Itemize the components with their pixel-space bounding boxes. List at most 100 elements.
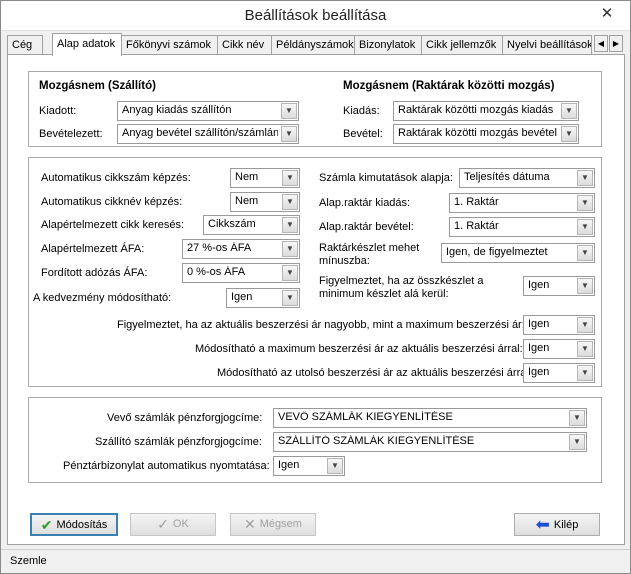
- tab-documents[interactable]: Bizonylatok: [354, 35, 422, 55]
- invoice-report-basis-select[interactable]: Teljesítés dátuma ▼: [459, 168, 595, 188]
- tab-copies[interactable]: Példányszámok: [271, 35, 355, 55]
- supplier-issue-value: Anyag kiadás szállítón: [122, 104, 232, 116]
- warehouse-movement-heading: Mozgásnem (Raktárak közötti mozgás): [343, 80, 555, 92]
- stock-negative-label-line1: Raktárkészlet mehet: [319, 242, 420, 254]
- supplier-receipt-label: Bevételezett:: [39, 128, 103, 140]
- price-above-max-select[interactable]: Igen ▼: [523, 315, 595, 335]
- auto-print-value: Igen: [278, 459, 300, 471]
- chevron-down-icon[interactable]: ▼: [281, 126, 297, 142]
- chevron-down-icon[interactable]: ▼: [577, 219, 593, 235]
- tab-company[interactable]: Cég: [7, 35, 43, 55]
- chevron-down-icon[interactable]: ▼: [569, 434, 585, 450]
- ok-button-label: OK: [172, 518, 189, 530]
- default-vat-select[interactable]: 27 %-os ÁFA ▼: [182, 239, 300, 259]
- default-issue-warehouse-select[interactable]: 1. Raktár ▼: [449, 193, 595, 213]
- max-price-editable-label: Módosítható a maximum beszerzési ár az a…: [195, 343, 523, 355]
- supplier-title-select[interactable]: SZÁLLÍTÓ SZÁMLÁK KIEGYENLÍTÉSE ▼: [273, 432, 587, 452]
- price-above-max-value: Igen: [528, 318, 550, 330]
- chevron-down-icon[interactable]: ▼: [569, 410, 585, 426]
- warehouse-receipt-label: Bevétel:: [343, 128, 383, 140]
- window-title: Beállítások beállítása: [244, 7, 387, 24]
- chevron-down-icon[interactable]: ▼: [577, 195, 593, 211]
- chevron-down-icon[interactable]: ▼: [577, 341, 593, 357]
- tab-scroll-right-icon[interactable]: ▶: [609, 35, 623, 52]
- chevron-down-icon[interactable]: ▼: [577, 365, 593, 381]
- default-item-search-select[interactable]: Cikkszám ▼: [203, 215, 300, 235]
- chevron-down-icon[interactable]: ▼: [327, 458, 343, 474]
- price-above-max-label: Figyelmeztet, ha az aktuális beszerzési …: [117, 319, 525, 331]
- button-bar: ✔ Módosítás ✓ OK ✕ Mégsem ⬅ Kilép: [1, 503, 630, 543]
- last-price-editable-select[interactable]: Igen ▼: [523, 363, 595, 383]
- default-receipt-warehouse-select[interactable]: 1. Raktár ▼: [449, 217, 595, 237]
- cancel-button[interactable]: ✕ Mégsem: [230, 513, 316, 536]
- chevron-down-icon[interactable]: ▼: [577, 278, 593, 294]
- supplier-receipt-select[interactable]: Anyag bevétel szállítón/számlán ▼: [117, 124, 299, 144]
- chevron-down-icon[interactable]: ▼: [577, 245, 593, 261]
- chevron-down-icon[interactable]: ▼: [282, 290, 298, 306]
- auto-item-number-select[interactable]: Nem ▼: [230, 168, 300, 188]
- default-item-search-value: Cikkszám: [208, 218, 256, 230]
- tab-scroll-left-icon[interactable]: ◀: [594, 35, 608, 52]
- close-button[interactable]: ✕: [592, 3, 622, 25]
- invoice-report-basis-value: Teljesítés dátuma: [464, 171, 550, 183]
- supplier-issue-label: Kiadott:: [39, 105, 77, 117]
- modify-button-label: Módosítás: [56, 519, 108, 531]
- supplier-movement-heading: Mozgásnem (Szállító): [39, 80, 156, 92]
- warehouse-issue-select[interactable]: Raktárak közötti mozgás kiadás ▼: [393, 101, 579, 121]
- supplier-title-value: SZÁLLÍTÓ SZÁMLÁK KIEGYENLÍTÉSE: [278, 435, 475, 447]
- max-price-editable-select[interactable]: Igen ▼: [523, 339, 595, 359]
- auto-item-name-value: Nem: [235, 195, 259, 207]
- warehouse-issue-label: Kiadás:: [343, 105, 380, 117]
- cancel-button-label: Mégsem: [259, 518, 302, 530]
- tab-item-properties[interactable]: Cikk jellemzők: [421, 35, 503, 55]
- arrow-left-icon: ⬅: [535, 515, 550, 534]
- auto-print-select[interactable]: Igen ▼: [273, 456, 345, 476]
- exit-button[interactable]: ⬅ Kilép: [514, 513, 600, 536]
- customer-title-label: Vevő számlák pénzforgjogcíme:: [107, 412, 263, 424]
- default-item-search-label: Alapértelmezett cikk keresés:: [41, 219, 185, 231]
- auto-item-name-label: Automatikus cikknév képzés:: [41, 196, 183, 208]
- check-icon: ✓: [157, 516, 169, 532]
- chevron-down-icon[interactable]: ▼: [561, 126, 577, 142]
- invoice-report-basis-label: Számla kimutatások alapja:: [319, 172, 453, 184]
- basic-data-page: Mozgásnem (Szállító) Kiadott: Anyag kiad…: [7, 54, 625, 545]
- chevron-down-icon[interactable]: ▼: [281, 103, 297, 119]
- chevron-down-icon[interactable]: ▼: [282, 265, 298, 281]
- chevron-down-icon[interactable]: ▼: [282, 170, 298, 186]
- tab-ledger-numbers[interactable]: Főkönyvi számok: [121, 35, 218, 55]
- stock-negative-select[interactable]: Igen, de figyelmeztet ▼: [441, 243, 595, 263]
- status-text: Szemle: [10, 555, 47, 567]
- auto-item-name-select[interactable]: Nem ▼: [230, 192, 300, 212]
- min-stock-warning-select[interactable]: Igen ▼: [523, 276, 595, 296]
- tab-basic-data[interactable]: Alap adatok: [52, 33, 122, 56]
- reverse-vat-select[interactable]: 0 %-os ÁFA ▼: [182, 263, 300, 283]
- default-vat-label: Alapértelmezett ÁFA:: [41, 243, 145, 255]
- default-receipt-warehouse-value: 1. Raktár: [454, 220, 499, 232]
- chevron-down-icon[interactable]: ▼: [561, 103, 577, 119]
- x-icon: ✕: [244, 516, 256, 532]
- tab-language-settings[interactable]: Nyelvi beállítások: [502, 35, 592, 55]
- settings-window: Beállítások beállítása ✕ Cég Alap adatok…: [0, 0, 631, 574]
- chevron-down-icon[interactable]: ▼: [282, 241, 298, 257]
- warehouse-issue-value: Raktárak közötti mozgás kiadás: [398, 104, 554, 116]
- chevron-down-icon[interactable]: ▼: [282, 217, 298, 233]
- chevron-down-icon[interactable]: ▼: [282, 194, 298, 210]
- last-price-editable-label: Módosítható az utolsó beszerzési ár az a…: [217, 367, 529, 379]
- check-icon: ✔: [40, 517, 53, 533]
- supplier-receipt-value: Anyag bevétel szállítón/számlán: [122, 127, 278, 139]
- supplier-issue-select[interactable]: Anyag kiadás szállítón ▼: [117, 101, 299, 121]
- stock-negative-value: Igen, de figyelmeztet: [446, 246, 548, 258]
- reverse-vat-label: Fordított adózás ÁFA:: [41, 267, 148, 279]
- discount-editable-select[interactable]: Igen ▼: [226, 288, 300, 308]
- ok-button[interactable]: ✓ OK: [130, 513, 216, 536]
- discount-editable-label: A kedvezmény módosítható:: [33, 292, 172, 304]
- chevron-down-icon[interactable]: ▼: [577, 170, 593, 186]
- tab-item-name[interactable]: Cikk név: [217, 35, 272, 55]
- chevron-down-icon[interactable]: ▼: [577, 317, 593, 333]
- general-settings-group: Automatikus cikkszám képzés: Nem ▼ Autom…: [28, 157, 602, 387]
- warehouse-receipt-select[interactable]: Raktárak közötti mozgás bevétel ▼: [393, 124, 579, 144]
- customer-title-select[interactable]: VEVŐ SZÁMLÁK KIEGYENLÍTÉSE ▼: [273, 408, 587, 428]
- modify-button[interactable]: ✔ Módosítás: [30, 513, 118, 536]
- warehouse-receipt-value: Raktárak közötti mozgás bevétel: [398, 127, 557, 139]
- finance-group: Vevő számlák pénzforgjogcíme: VEVŐ SZÁML…: [28, 397, 602, 483]
